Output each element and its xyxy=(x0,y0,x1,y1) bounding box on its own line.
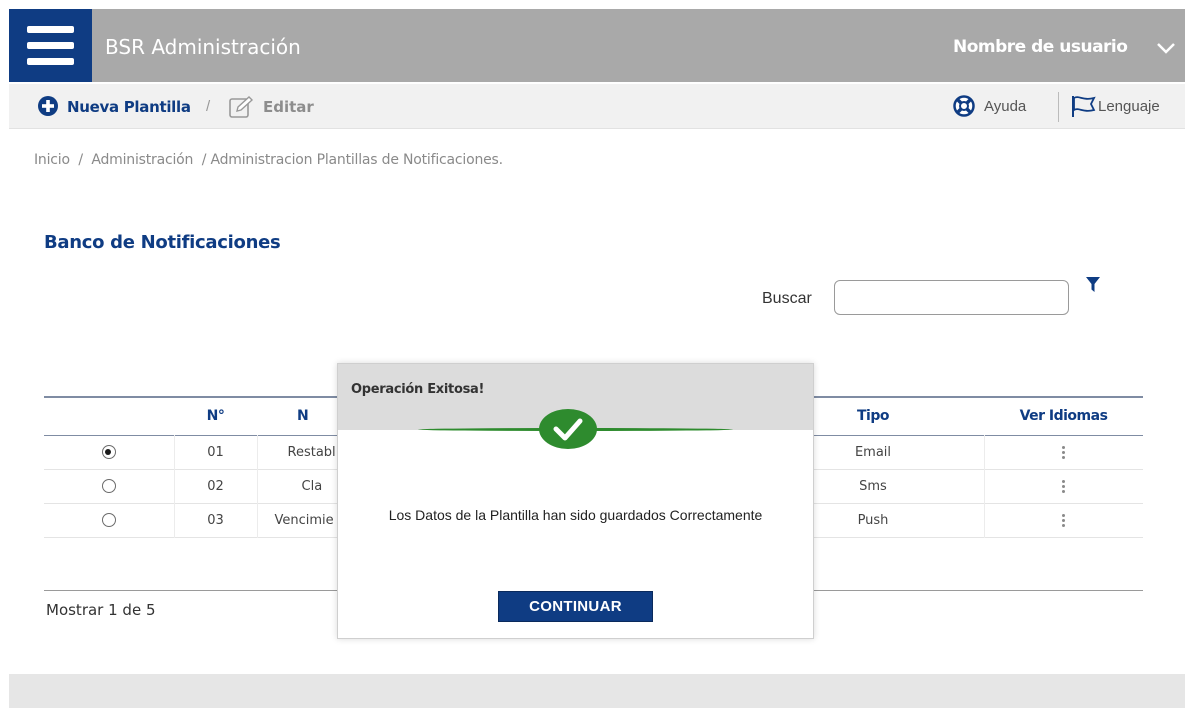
lifebuoy-help-icon[interactable] xyxy=(953,95,975,117)
toolbar-divider xyxy=(1058,92,1059,122)
filter-icon[interactable] xyxy=(1086,277,1100,293)
dialog-title: Operación Exitosa! xyxy=(351,382,485,397)
row-name-text: Vencimie xyxy=(274,512,334,528)
row-select-cell[interactable] xyxy=(44,435,175,469)
hamburger-menu-icon[interactable] xyxy=(9,9,92,82)
column-header-number[interactable]: N° xyxy=(174,397,257,435)
dialog-message: Los Datos de la Plantilla han sido guard… xyxy=(388,507,763,523)
row-number: 01 xyxy=(174,435,258,469)
kebab-menu-icon[interactable] xyxy=(1061,478,1066,495)
success-dialog: Operación Exitosa! Los Datos de la Plant… xyxy=(337,363,814,639)
column-header-select xyxy=(44,397,174,435)
edit-button[interactable]: Editar xyxy=(263,98,314,116)
toolbar-separator: / xyxy=(206,98,211,115)
footer-bar xyxy=(9,674,1185,708)
search-label: Buscar xyxy=(762,290,812,307)
app-title: BSR Administración xyxy=(105,35,301,59)
success-check-icon xyxy=(539,409,597,449)
language-button[interactable]: Lenguaje xyxy=(1098,98,1160,115)
continue-button[interactable]: CONTINUAR xyxy=(498,591,653,622)
row-languages-cell[interactable] xyxy=(984,435,1143,469)
pagination-info: Mostrar 1 de 5 xyxy=(46,601,156,619)
chevron-down-icon[interactable] xyxy=(1156,41,1176,55)
row-languages-cell[interactable] xyxy=(984,469,1143,503)
row-languages-cell[interactable] xyxy=(984,503,1143,537)
row-number: 03 xyxy=(174,503,258,537)
top-bar: BSR Administración Nombre de usuario xyxy=(9,9,1185,82)
user-menu-name[interactable]: Nombre de usuario xyxy=(953,37,1128,57)
row-radio[interactable] xyxy=(101,479,116,493)
column-header-languages: Ver Idiomas xyxy=(1019,408,1108,425)
row-select-cell[interactable] xyxy=(44,503,175,537)
row-number: 02 xyxy=(174,469,258,503)
kebab-menu-icon[interactable] xyxy=(1061,444,1066,461)
breadcrumb: Inicio / Administración / Administracion… xyxy=(34,152,503,168)
page-title: Banco de Notificaciones xyxy=(44,232,281,253)
row-select-cell[interactable] xyxy=(44,469,175,503)
flag-icon[interactable] xyxy=(1070,94,1096,118)
search-input[interactable] xyxy=(834,280,1069,315)
plus-circle-icon[interactable] xyxy=(38,96,58,116)
new-template-button[interactable]: Nueva Plantilla xyxy=(67,98,191,116)
help-button[interactable]: Ayuda xyxy=(984,98,1026,115)
kebab-menu-icon[interactable] xyxy=(1061,512,1066,529)
row-radio[interactable] xyxy=(101,445,116,459)
toolbar: Nueva Plantilla / Editar Ayuda Lenguaje xyxy=(9,84,1185,129)
edit-pencil-icon[interactable] xyxy=(228,95,254,119)
row-radio[interactable] xyxy=(101,513,116,527)
